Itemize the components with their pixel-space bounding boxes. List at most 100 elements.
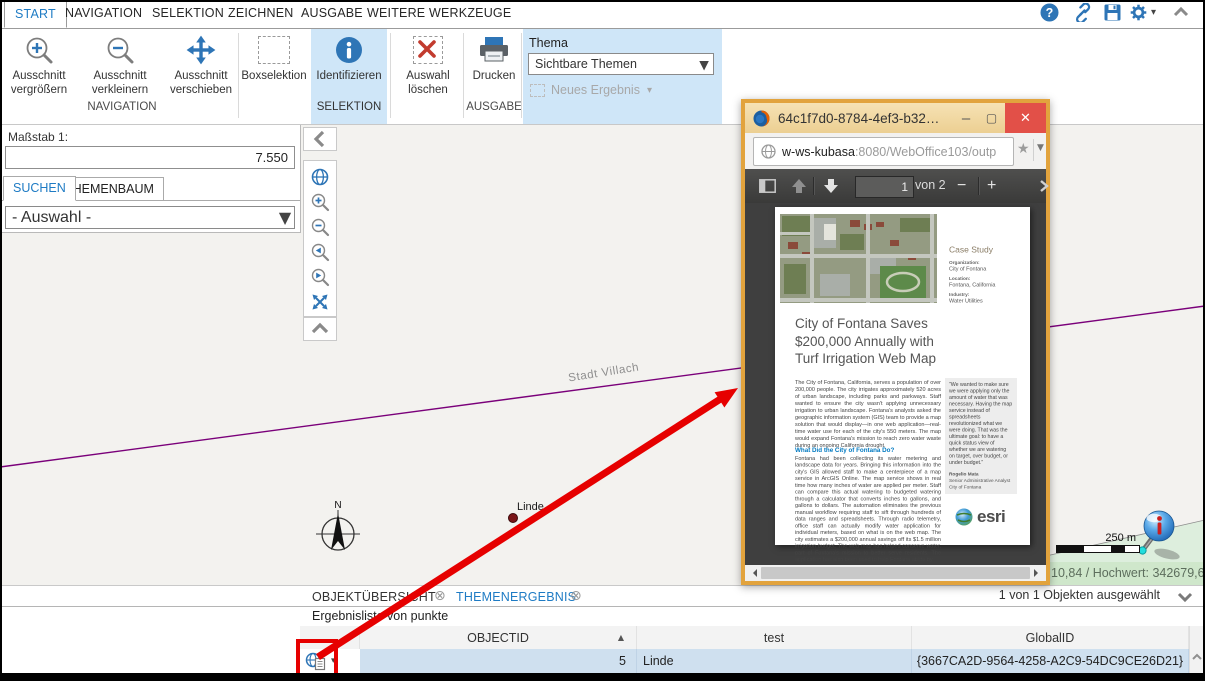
pdf-viewer[interactable]: Case Study Organization: City of Fontana… — [745, 203, 1046, 565]
tab-weitere-werkzeuge[interactable]: WEITERE WERKZEUGE — [357, 0, 521, 27]
pdf-zoom-in-button[interactable]: + — [987, 169, 996, 203]
panel-collapse-button[interactable] — [303, 127, 337, 151]
clear-selection-button[interactable]: Auswahl löschen — [393, 30, 463, 97]
chevron-up-icon — [304, 318, 336, 340]
chevron-down-icon: ▼ — [276, 208, 294, 227]
ind-value: Water Utilities — [949, 298, 1029, 304]
table-scrollbar[interactable] — [1189, 626, 1204, 673]
esri-globe-icon — [955, 508, 973, 526]
map-toolbar — [303, 160, 337, 317]
popup-titlebar[interactable]: 64c1f7d0-8784-4ef3-b32… – ▢ ✕ — [745, 103, 1046, 133]
pdf-toolbar: von 2 − + — [745, 169, 1046, 204]
ribbon-collapse-button[interactable] — [1172, 5, 1190, 24]
search-select[interactable]: - Auswahl - ▼ — [5, 206, 295, 229]
header-globalid[interactable]: GlobalID — [912, 626, 1189, 649]
tab-navigation[interactable]: NAVIGATION — [55, 0, 152, 27]
save-button[interactable] — [1103, 3, 1122, 27]
thema-select[interactable]: Sichtbare Themen ▼ — [528, 53, 714, 75]
scrollbar-thumb[interactable] — [761, 567, 1030, 579]
pdf-zoom-out-button[interactable]: − — [957, 169, 966, 203]
button-label: verkleinern — [78, 84, 162, 98]
url-path: :8080/WebOffice103/outp — [855, 145, 996, 159]
header-test[interactable]: test — [637, 626, 912, 649]
pdf-sidebar-toggle-button[interactable] — [759, 169, 776, 203]
tab-themenergebnis[interactable]: THEMENERGEBNIS — [456, 588, 576, 606]
zoom-out-extent-button[interactable]: Ausschnitt verkleinern — [78, 30, 162, 97]
aerial-photo — [780, 214, 937, 303]
search-select-value: - Auswahl - — [6, 209, 276, 227]
selection-status: 1 von 1 Objekten ausgewählt — [840, 588, 1160, 602]
zoom-out-tool-button[interactable] — [304, 214, 336, 239]
popup-title: 64c1f7d0-8784-4ef3-b32… — [778, 111, 954, 126]
group-label-navigation: NAVIGATION — [6, 101, 238, 113]
chevron-right-icon — [1039, 179, 1049, 193]
pdf-next-page-button[interactable] — [823, 169, 839, 203]
maximize-button[interactable]: ▢ — [978, 103, 1005, 133]
scroll-right-icon[interactable] — [1034, 569, 1042, 577]
pdf-toolbar-overflow[interactable] — [1039, 169, 1049, 203]
full-extent-globe-button[interactable] — [304, 164, 336, 189]
row-actions-cell[interactable]: ▾ — [300, 649, 360, 673]
pdf-horizontal-scrollbar[interactable] — [745, 565, 1046, 581]
url-input[interactable]: w-ws-kubasa:8080/WebOffice103/outp — [753, 137, 1014, 166]
cell-objectid[interactable]: 5 — [360, 649, 637, 673]
chevron-down-icon — [1176, 591, 1194, 603]
zoom-in-icon — [310, 192, 330, 212]
help-button[interactable]: ? — [1040, 3, 1059, 27]
print-button[interactable]: Drucken — [466, 30, 522, 84]
pdf-meta-column: Case Study Organization: City of Fontana… — [949, 247, 1029, 304]
identify-button-cell: Identifizieren SELEKTION — [311, 29, 387, 124]
pdf-article-title: City of Fontana Saves $200,000 Annually … — [795, 315, 955, 368]
settings-caret-icon[interactable]: ▾ — [1151, 7, 1156, 18]
pan-button[interactable]: Ausschnitt verschieben — [164, 30, 238, 97]
scroll-up-icon[interactable] — [1190, 652, 1204, 662]
column-label: GlobalID — [1026, 631, 1075, 645]
row-actions-caret-icon[interactable]: ▾ — [331, 656, 336, 666]
minimize-button[interactable]: – — [954, 103, 978, 133]
new-result-icon — [530, 84, 545, 97]
previous-extent-icon — [310, 242, 330, 262]
quote-org: City of Fontana — [949, 484, 1013, 491]
cell-globalid[interactable]: {3667CA2D-9564-4258-A2C9-54DC9CE26D21} — [912, 649, 1189, 673]
identify-button[interactable]: Identifizieren — [311, 30, 387, 84]
close-tab-icon[interactable]: ⊗ — [570, 588, 582, 604]
button-label: Drucken — [466, 70, 522, 84]
previous-extent-button[interactable] — [304, 239, 336, 264]
org-value: City of Fontana — [949, 266, 1029, 272]
dropdown-caret-icon[interactable]: ▼ — [1037, 143, 1044, 153]
pdf-section-2: What Did the City of Fontana Do? Fontana… — [795, 447, 941, 563]
zoom-in-extent-button[interactable]: Ausschnitt vergrößern — [6, 30, 72, 97]
thema-label: Thema — [529, 36, 568, 50]
close-button[interactable]: ✕ — [1005, 103, 1046, 133]
gear-icon — [1129, 3, 1148, 22]
save-icon — [1103, 3, 1122, 22]
toolbar-collapse-button[interactable] — [303, 317, 337, 341]
chevron-down-icon: ▼ — [695, 57, 713, 72]
zoom-in-tool-button[interactable] — [304, 189, 336, 214]
chevron-up-icon — [1172, 5, 1190, 19]
share-link-button[interactable] — [1073, 3, 1092, 27]
group-label-ausgabe: AUSGABE — [466, 101, 522, 113]
compass-n: N — [334, 500, 341, 511]
full-extent-button[interactable] — [304, 289, 336, 314]
cell-test[interactable]: Linde — [637, 649, 912, 673]
header-objectid[interactable]: OBJECTID ▲ — [360, 626, 637, 649]
search-panel: Maßstab 1: SUCHEN THEMENBAUM - Auswahl -… — [0, 125, 301, 233]
button-label: Identifizieren — [311, 70, 387, 84]
pdf-page-input[interactable] — [855, 176, 914, 198]
sort-ascending-icon: ▲ — [618, 633, 624, 642]
bookmark-star-icon[interactable]: ★ — [1017, 141, 1030, 157]
tab-suchen[interactable]: SUCHEN — [3, 176, 76, 201]
scroll-left-icon[interactable] — [749, 569, 757, 577]
box-selection-button[interactable]: Boxselektion — [240, 30, 308, 84]
result-map-icon[interactable] — [305, 652, 327, 671]
button-label: Ausschnitt — [6, 70, 72, 84]
scale-input[interactable] — [5, 146, 295, 169]
pdf-paragraph-1: The City of Fontana, California, serves … — [795, 379, 941, 449]
arrow-up-icon — [791, 178, 807, 194]
next-extent-button[interactable] — [304, 264, 336, 289]
close-tab-icon[interactable]: ⊗ — [434, 588, 446, 604]
tab-objektuebersicht[interactable]: OBJEKTÜBERSICHT — [312, 588, 436, 606]
settings-button[interactable] — [1129, 3, 1148, 27]
pdf-previous-page-button[interactable] — [791, 169, 807, 203]
